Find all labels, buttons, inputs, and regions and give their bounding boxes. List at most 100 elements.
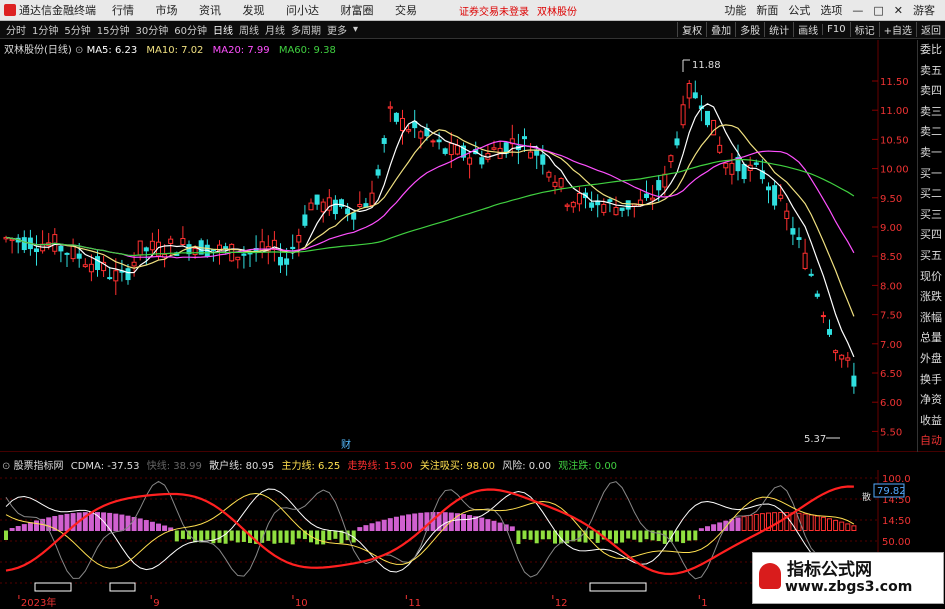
indicator-bar (497, 522, 503, 531)
side-item-auto[interactable]: 自动 (918, 431, 945, 452)
btn-f10[interactable]: F10 (822, 24, 849, 35)
period-monthly[interactable]: 月线 (265, 22, 285, 37)
candle-body (845, 357, 851, 361)
candle-body (442, 148, 448, 154)
candle-body (491, 147, 497, 150)
menu-market[interactable]: 市场 (156, 4, 178, 17)
period-60min[interactable]: 60分钟 (174, 22, 207, 37)
btn-back[interactable]: 返回 (916, 22, 945, 37)
candle-body (436, 139, 442, 143)
indicator-bar (27, 522, 33, 531)
candle-body (223, 246, 229, 249)
finance-marker[interactable]: 财 (341, 438, 351, 451)
low-price-label: 5.37 (804, 434, 826, 445)
btn-stats[interactable]: 统计 (764, 22, 793, 37)
candle-body (369, 192, 375, 206)
indicator-bar (64, 513, 70, 532)
side-item[interactable]: 总量 (918, 328, 945, 349)
candle-body (21, 237, 27, 251)
indicator-bar (833, 519, 839, 532)
candle-body (58, 245, 64, 252)
candle-body (644, 193, 649, 199)
chevron-down-icon[interactable]: ▾ (353, 24, 358, 35)
period-daily[interactable]: 日线 (213, 22, 233, 37)
period-multi[interactable]: 多周期 (291, 22, 321, 37)
candle-body (729, 162, 735, 175)
candlestick-chart[interactable]: 11.50 11.00 10.50 10.00 9.50 9.00 8.50 8.00 7.50… (0, 40, 945, 452)
side-item[interactable]: 卖三 (918, 102, 945, 123)
side-item[interactable]: 外盘 (918, 349, 945, 370)
menu-quotes[interactable]: 行情 (112, 4, 134, 17)
period-weekly[interactable]: 周线 (239, 22, 259, 37)
btn-overlay[interactable]: 叠加 (706, 22, 735, 37)
period-more[interactable]: 更多 (327, 22, 347, 37)
candle-body (576, 193, 582, 205)
side-item[interactable]: 收益 (918, 411, 945, 432)
indicator-bar (681, 530, 686, 544)
menu-discover[interactable]: 发现 (243, 4, 265, 17)
indicator-bar (235, 530, 240, 543)
indicator-bar (143, 520, 149, 531)
side-item[interactable]: 卖四 (918, 81, 945, 102)
side-item[interactable]: 买一 (918, 164, 945, 185)
maximize-button[interactable]: □ (873, 4, 883, 17)
indicator-bar (620, 530, 625, 543)
indicator-bar (211, 530, 216, 544)
side-item[interactable]: 现价 (918, 267, 945, 288)
side-item[interactable]: 买四 (918, 225, 945, 246)
minimize-button[interactable]: — (852, 4, 863, 17)
side-item[interactable]: 涨跌 (918, 287, 945, 308)
side-item[interactable]: 买三 (918, 205, 945, 226)
btn-draw[interactable]: 画线 (793, 22, 822, 37)
close-button[interactable]: ✕ (894, 4, 903, 17)
btn-mark[interactable]: 标记 (849, 22, 879, 37)
candle-body (656, 180, 662, 191)
side-item[interactable]: 净资 (918, 390, 945, 411)
user-guest[interactable]: 游客 (913, 2, 935, 18)
indicator-bar (675, 530, 679, 542)
side-item[interactable]: 委比 (918, 40, 945, 61)
side-item[interactable]: 卖二 (918, 122, 945, 143)
side-item[interactable]: 卖一 (918, 143, 945, 164)
indicator-bar (522, 530, 527, 540)
indicator-bar (315, 530, 320, 545)
menu-ask[interactable]: 问小达 (286, 4, 319, 17)
candle-body (589, 202, 595, 208)
menu-formula[interactable]: 公式 (788, 2, 810, 18)
candle-body (284, 258, 290, 265)
period-30min[interactable]: 30分钟 (135, 22, 168, 37)
login-notice[interactable]: 证券交易未登录 (459, 3, 529, 18)
side-item[interactable]: 买二 (918, 184, 945, 205)
btn-adjust[interactable]: 复权 (677, 22, 706, 37)
indicator-bar (58, 514, 64, 532)
btn-add-watchlist[interactable]: +自选 (878, 22, 916, 37)
menu-trade[interactable]: 交易 (395, 4, 417, 17)
app-title: 通达信金融终端 (19, 4, 96, 17)
period-5min[interactable]: 5分钟 (64, 22, 90, 37)
period-1min[interactable]: 1分钟 (32, 22, 58, 37)
candle-body (290, 246, 296, 250)
indicator-bar (266, 530, 271, 541)
menu-function[interactable]: 功能 (724, 2, 746, 18)
menu-new-page[interactable]: 新面 (756, 2, 778, 18)
menu-options[interactable]: 选项 (820, 2, 842, 18)
side-item[interactable]: 买五 (918, 246, 945, 267)
indicator-tick: 100.0 (882, 474, 911, 485)
indicator-bar (137, 518, 143, 531)
btn-multi-stock[interactable]: 多股 (735, 22, 764, 37)
price-tick: 7.00 (880, 340, 902, 351)
menu-wealth[interactable]: 财富圈 (341, 4, 374, 17)
side-item[interactable]: 换手 (918, 370, 945, 391)
period-15min[interactable]: 15分钟 (97, 22, 130, 37)
indicator-bar (113, 513, 119, 531)
side-item[interactable]: 卖五 (918, 61, 945, 82)
candle-body (833, 350, 839, 354)
period-tick[interactable]: 分时 (6, 22, 26, 37)
candle-body (387, 106, 393, 109)
indicator-bar (369, 523, 375, 531)
menu-news[interactable]: 资讯 (199, 4, 221, 17)
indicator-bar (687, 530, 692, 541)
candle-body (302, 214, 308, 226)
price-tick: 11.50 (880, 77, 909, 88)
side-item[interactable]: 涨幅 (918, 308, 945, 329)
